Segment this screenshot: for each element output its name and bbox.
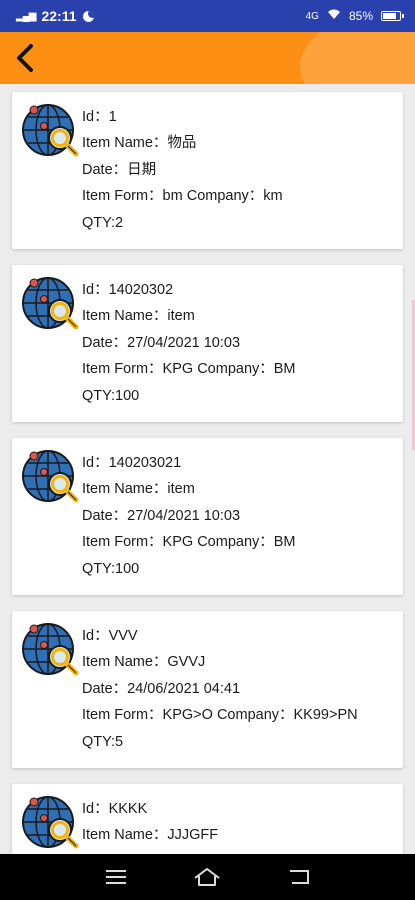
back-icon: [290, 870, 310, 884]
list-item[interactable]: Id：1 Item Name：物品 Date：日期 Item Form：bm Comp…: [12, 92, 403, 249]
menu-button[interactable]: [96, 862, 136, 892]
item-date: Date：日期: [82, 161, 157, 178]
item-name: Item Name：item: [82, 308, 195, 325]
battery-icon: [381, 11, 404, 21]
globe-search-icon: [20, 273, 80, 333]
item-form-company: Item Form：bm Company：km: [82, 188, 283, 205]
item-details: Id：1 Item Name：物品 Date：日期 Item Form：bm Comp…: [82, 104, 397, 236]
status-time: 22:11: [41, 8, 77, 24]
wifi-icon: [327, 9, 341, 23]
item-details: Id：KKKK Item Name：JJJGFF: [82, 796, 397, 854]
list-item[interactable]: Id：140203021 Item Name：item Date：27/04/202…: [12, 438, 403, 595]
item-date: Date：27/04/2021 10:03: [82, 507, 241, 524]
item-details: Id：140203021 Item Name：item Date：27/04/202…: [82, 450, 397, 582]
item-form-company: Item Form：KPG>O Company：KK99>PN: [82, 707, 358, 724]
item-id: Id：VVV: [82, 628, 138, 644]
navigation-bar: [0, 854, 415, 900]
menu-icon: [105, 870, 126, 884]
item-form-company: Item Form：KPG Company：BM: [82, 534, 296, 551]
globe-search-icon: [20, 100, 80, 160]
item-id: Id：14020302: [82, 282, 174, 298]
item-list[interactable]: Id：1 Item Name：物品 Date：日期 Item Form：bm Comp…: [0, 84, 415, 854]
back-button[interactable]: [8, 40, 42, 76]
item-qty: QTY:100: [82, 387, 140, 404]
item-qty: QTY:2: [82, 214, 124, 231]
item-details: Id：14020302 Item Name：item Date：27/04/2021…: [82, 277, 397, 409]
globe-search-icon: [20, 619, 80, 679]
item-name: Item Name：GVVJ: [82, 654, 206, 671]
chevron-left-icon: [17, 44, 33, 72]
status-right: 4G 85%: [305, 9, 404, 23]
battery-percent: 85%: [348, 9, 373, 23]
home-button[interactable]: [187, 862, 227, 892]
list-item[interactable]: Id：14020302 Item Name：item Date：27/04/2021…: [12, 265, 403, 422]
home-icon: [194, 868, 221, 886]
item-id: Id：KKKK: [82, 801, 148, 817]
list-item[interactable]: Id：VVV Item Name：GVVJ Date：24/06/2021 04:4…: [12, 611, 403, 768]
back-nav-button[interactable]: [279, 862, 319, 892]
item-name: Item Name：JJJGFF: [82, 827, 219, 844]
item-date: Date：24/06/2021 04:41: [82, 680, 241, 697]
network-type-label: 4G: [305, 10, 319, 22]
item-details: Id：VVV Item Name：GVVJ Date：24/06/2021 04:4…: [82, 623, 397, 755]
do-not-disturb-icon: [82, 10, 94, 22]
globe-search-icon: [20, 792, 80, 852]
status-bar: ▂▄▆ 22:11 4G 85%: [0, 0, 415, 32]
item-name: Item Name：物品: [82, 135, 197, 152]
network-signal-icon: ▂▄▆: [16, 10, 36, 22]
item-form-company: Item Form：KPG Company：BM: [82, 361, 296, 378]
item-name: Item Name：item: [82, 481, 195, 498]
list-item[interactable]: Id：KKKK Item Name：JJJGFF: [12, 784, 403, 854]
item-id: Id：140203021: [82, 455, 182, 471]
status-left: ▂▄▆ 22:11: [16, 8, 94, 24]
item-id: Id：1: [82, 109, 117, 125]
header-decoration: [300, 32, 415, 84]
battery-fill: [383, 13, 396, 19]
item-qty: QTY:5: [82, 733, 124, 750]
item-qty: QTY:100: [82, 560, 140, 577]
globe-search-icon: [20, 446, 80, 506]
item-date: Date：27/04/2021 10:03: [82, 334, 241, 351]
app-header: [0, 32, 415, 84]
